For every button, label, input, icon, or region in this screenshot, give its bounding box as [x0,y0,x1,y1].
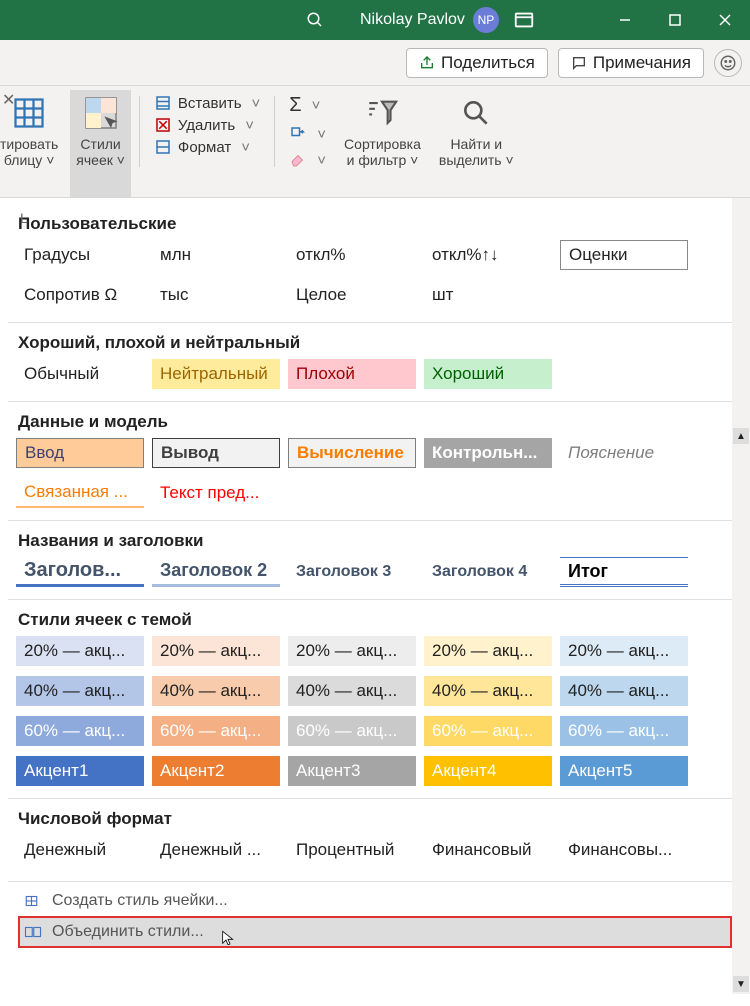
section-custom: Пользовательские [8,206,742,238]
style-cell[interactable]: 60% — акц... [152,716,280,746]
cell-styles-gallery: Пользовательские Градусы млн откл% откл%↑↓ О… [0,198,750,994]
style-cell[interactable]: 60% — акц... [16,716,144,746]
section-titles: Названия и заголовки [8,523,742,555]
section-theme: Стили ячеек с темой [8,602,742,634]
scroll-down-icon[interactable]: ▼ [733,976,749,992]
style-cell[interactable]: Итог [560,557,688,587]
style-cell[interactable]: Контрольн... [424,438,552,468]
new-cell-style[interactable]: Создать стиль ячейки... [18,886,732,916]
style-cell[interactable]: 40% — акц... [152,676,280,706]
style-cell[interactable]: Обычный [16,359,144,389]
style-cell[interactable]: Вычисление [288,438,416,468]
format-table-label: тировать блицу ˅ [0,136,58,168]
style-cell[interactable]: Ввод [16,438,144,468]
formula-bar-fx[interactable]: ✕ [2,90,15,110]
style-cell[interactable]: 60% — акц... [288,716,416,746]
style-cell[interactable]: 60% — акц... [560,716,688,746]
delete-cells[interactable]: Удалить˅ [154,116,260,134]
style-cell[interactable]: Нейтральный [152,359,280,389]
sort-filter[interactable]: Сортировка и фильтр ˅ [338,90,427,197]
style-cell[interactable]: 20% — акц... [424,636,552,666]
share-button[interactable]: Поделиться [406,48,548,78]
style-cell[interactable]: Заголовок 2 [152,557,280,587]
share-label: Поделиться [441,53,535,73]
clear[interactable]: ˅ [289,151,326,169]
sort-filter-label: Сортировка и фильтр ˅ [344,136,421,168]
insert-cells[interactable]: Вставить˅ [154,94,260,112]
style-cell[interactable]: Акцент4 [424,756,552,786]
comments-button[interactable]: Примечания [558,48,704,78]
find-select-label: Найти и выделить ˅ [439,136,514,168]
style-cell[interactable]: Акцент1 [16,756,144,786]
style-cell[interactable]: Хороший [424,359,552,389]
ribbon-display-icon[interactable] [513,9,535,31]
style-cell[interactable]: 60% — акц... [424,716,552,746]
style-cell[interactable]: 20% — акц... [152,636,280,666]
style-cell[interactable]: Оценки [560,240,688,270]
style-cell[interactable]: 40% — акц... [424,676,552,706]
style-cell[interactable]: тыс [152,280,280,310]
minimize-button[interactable] [600,0,650,40]
ribbon: ✕ тировать блицу ˅ Стили ячеек ˅ Вставит… [0,86,750,198]
autosum[interactable]: Σ˅ [289,94,326,117]
style-cell[interactable]: Пояснение [560,438,688,468]
style-cell[interactable]: Денежный ... [152,835,280,865]
merge-styles[interactable]: Объединить стили... [18,916,732,948]
cell-styles-label: Стили ячеек ˅ [76,136,125,168]
format-cells[interactable]: Формат˅ [154,138,260,156]
section-number: Числовой формат [8,801,742,833]
fill[interactable]: ˅ [289,125,326,143]
style-cell[interactable]: Градусы [16,240,144,270]
maximize-button[interactable] [650,0,700,40]
section-data: Данные и модель [8,404,742,436]
sort-filter-icon [360,92,404,134]
style-cell[interactable]: Плохой [288,359,416,389]
search-icon[interactable] [300,11,330,29]
style-cell[interactable]: Финансовы... [560,835,688,865]
gallery-scrollbar[interactable]: ▲ ▼ [732,198,750,994]
style-cell[interactable]: Сопротив Ω [16,280,144,310]
cells-group: Вставить˅ Удалить˅ Формат˅ [148,90,266,197]
style-cell[interactable]: Акцент3 [288,756,416,786]
comments-label: Примечания [593,53,691,73]
style-cell[interactable]: Процентный [288,835,416,865]
section-gbn: Хороший, плохой и нейтральный [8,325,742,357]
style-cell[interactable]: млн [152,240,280,270]
find-icon [454,92,498,134]
style-cell[interactable]: Вывод [152,438,280,468]
style-cell[interactable]: 40% — акц... [288,676,416,706]
scroll-up-icon[interactable]: ▲ [733,428,749,444]
style-cell[interactable]: 40% — акц... [560,676,688,706]
feedback-icon[interactable] [714,49,742,77]
cell-styles[interactable]: Стили ячеек ˅ [70,90,131,197]
style-cell[interactable]: Заголовок 3 [288,557,416,587]
user-name[interactable]: Nikolay Pavlov [360,11,465,29]
style-cell[interactable]: 20% — акц... [16,636,144,666]
style-cell[interactable]: откл%↑↓ [424,240,552,270]
close-button[interactable] [700,0,750,40]
editing-icons: Σ˅ ˅ ˅ [283,90,332,197]
find-select[interactable]: Найти и выделить ˅ [433,90,520,197]
style-cell[interactable]: шт [424,280,552,310]
style-cell[interactable]: откл% [288,240,416,270]
style-cell[interactable]: Связанная ... [16,478,144,508]
cell-styles-icon [79,92,123,134]
style-cell[interactable]: 20% — акц... [560,636,688,666]
style-cell[interactable]: Текст пред... [152,478,280,508]
style-cell[interactable]: Акцент5 [560,756,688,786]
column-header-L[interactable]: L [20,210,28,226]
avatar[interactable]: NP [473,7,499,33]
gallery-footer: Создать стиль ячейки... Объединить стили… [8,881,742,952]
titlebar: Nikolay Pavlov NP [0,0,750,40]
style-cell[interactable]: Целое [288,280,416,310]
cursor-icon [220,928,236,948]
style-cell[interactable]: Денежный [16,835,144,865]
style-cell[interactable]: 40% — акц... [16,676,144,706]
style-cell[interactable]: Заголов... [16,557,144,587]
share-bar: Поделиться Примечания [0,40,750,86]
style-cell[interactable]: Акцент2 [152,756,280,786]
style-cell[interactable]: 20% — акц... [288,636,416,666]
style-cell[interactable]: Заголовок 4 [424,557,552,587]
style-cell[interactable]: Финансовый [424,835,552,865]
